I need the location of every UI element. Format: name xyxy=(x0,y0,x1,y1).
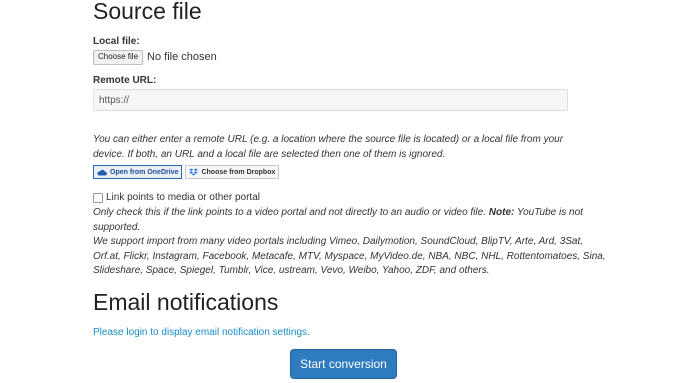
help-line-1: You can either enter a remote URL (e.g. … xyxy=(93,134,564,145)
choose-from-dropbox-button[interactable]: Choose from Dropbox xyxy=(185,165,280,179)
portals-line-3: Slideshare, Space, Spiegel, Tumblr, Vice… xyxy=(93,265,490,276)
media-note-line-2: supported. xyxy=(93,221,141,233)
login-link[interactable]: Please login to display email notificati… xyxy=(93,327,310,338)
onedrive-label: Open from OneDrive xyxy=(110,168,179,176)
media-link-checkbox[interactable] xyxy=(93,192,103,203)
cloud-import-buttons: Open from OneDrive Choose from Dropbox xyxy=(93,165,280,179)
media-link-option: Link points to media or other portal xyxy=(93,192,260,203)
media-note-tail: YouTube is not xyxy=(516,207,583,218)
email-notifications-heading: Email notifications xyxy=(93,289,279,315)
dropbox-label: Choose from Dropbox xyxy=(201,168,276,176)
portals-line-2: Orf.at, Flickr, Instagram, Facebook, Met… xyxy=(93,250,606,262)
open-from-onedrive-button[interactable]: Open from OneDrive xyxy=(93,165,183,179)
remote-url-input[interactable] xyxy=(93,89,568,111)
no-file-chosen-text: No file chosen xyxy=(147,51,217,64)
source-help-text: You can either enter a remote URL (e.g. … xyxy=(93,133,603,162)
start-conversion-button[interactable]: Start conversion xyxy=(290,349,397,379)
media-note-line-1: Only check this if the link points to a … xyxy=(93,206,613,221)
local-file-field: Choose file No file chosen xyxy=(93,50,217,65)
media-checkbox-label: Link points to media or other portal xyxy=(106,192,260,203)
remote-url-label: Remote URL: xyxy=(93,75,157,86)
choose-file-button[interactable]: Choose file xyxy=(93,50,144,65)
help-line-2: device. If both, an URL and a local file… xyxy=(93,148,446,160)
cloud-icon xyxy=(97,169,107,175)
media-note-text: Only check this if the link points to a … xyxy=(93,206,613,279)
source-file-heading: Source file xyxy=(93,0,202,24)
portals-line-1: We support import from many video portal… xyxy=(93,236,584,247)
media-note-bold: Note: xyxy=(488,207,515,218)
dropbox-icon xyxy=(189,168,199,176)
media-note-main: Only check this if the link points to a … xyxy=(93,207,486,218)
local-file-label: Local file: xyxy=(93,36,140,47)
